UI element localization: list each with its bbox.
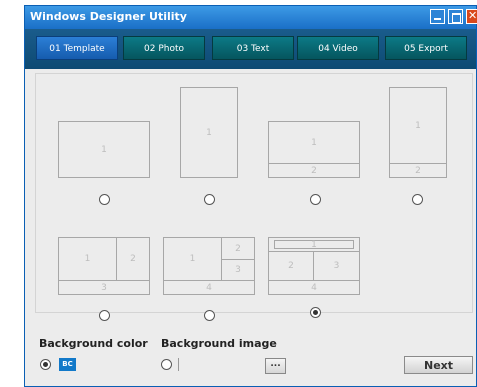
layout-cell: 1 (390, 88, 446, 164)
background-image-label: Background image (161, 337, 277, 350)
layout-radio-1[interactable] (99, 194, 110, 205)
layout-cell: 2 (311, 165, 317, 176)
title-bar[interactable]: Windows Designer Utility (25, 6, 477, 29)
minimize-icon[interactable] (430, 9, 445, 24)
app-window: Windows Designer Utility 01 Template 02 … (24, 5, 477, 387)
background-color-swatch[interactable]: BC (59, 358, 76, 371)
layout-option-1[interactable]: 1 (58, 121, 150, 178)
layout-cell: 4 (311, 282, 317, 293)
layout-option-4[interactable]: 1 2 (389, 87, 447, 178)
layout-option-2[interactable]: 1 (180, 87, 238, 178)
tab-template[interactable]: 01 Template (36, 36, 118, 60)
ellipsis-icon[interactable]: ... (265, 358, 286, 374)
layout-cell: 1 (59, 238, 117, 281)
layout-radio-3[interactable] (310, 194, 321, 205)
layout-cell: 3 (222, 260, 254, 281)
tab-video[interactable]: 04 Video (297, 36, 379, 60)
layout-radio-4[interactable] (412, 194, 423, 205)
layout-cell: 2 (269, 252, 314, 281)
layout-option-3[interactable]: 1 2 (268, 121, 360, 178)
layout-cell: 3 (101, 282, 107, 293)
layout-cell: 3 (314, 252, 359, 281)
background-image-radio[interactable] (161, 359, 172, 370)
layout-cell: 1 (164, 238, 222, 281)
layout-radio-7[interactable] (310, 307, 321, 318)
layout-cell: 2 (222, 238, 254, 260)
layout-cell: 1 (101, 144, 107, 155)
background-color-radio[interactable] (40, 359, 51, 370)
tab-bar: 01 Template 02 Photo 03 Text 04 Video 05… (25, 29, 476, 69)
layout-radio-6[interactable] (204, 310, 215, 321)
window-title: Windows Designer Utility (30, 10, 187, 23)
layout-cell: 1 (269, 122, 359, 164)
close-icon[interactable] (466, 9, 477, 24)
layout-radio-5[interactable] (99, 310, 110, 321)
layout-option-7[interactable]: 1 2 3 4 (268, 237, 360, 295)
layout-header-area: 1 (269, 238, 359, 252)
next-button[interactable]: Next (404, 356, 473, 374)
layout-cell: 1 (206, 127, 212, 138)
layout-cell: 1 (274, 240, 354, 250)
layout-cell: 2 (415, 165, 421, 176)
layout-cell: 2 (117, 238, 149, 281)
tab-text[interactable]: 03 Text (212, 36, 294, 60)
layout-cell: 4 (206, 282, 212, 293)
layout-option-6[interactable]: 1 2 3 4 (163, 237, 255, 295)
maximize-icon[interactable] (448, 9, 463, 24)
layout-option-5[interactable]: 1 2 3 (58, 237, 150, 295)
tab-export[interactable]: 05 Export (385, 36, 467, 60)
tab-photo[interactable]: 02 Photo (123, 36, 205, 60)
background-color-label: Background color (39, 337, 148, 350)
background-image-field[interactable] (178, 358, 179, 371)
layout-radio-2[interactable] (204, 194, 215, 205)
